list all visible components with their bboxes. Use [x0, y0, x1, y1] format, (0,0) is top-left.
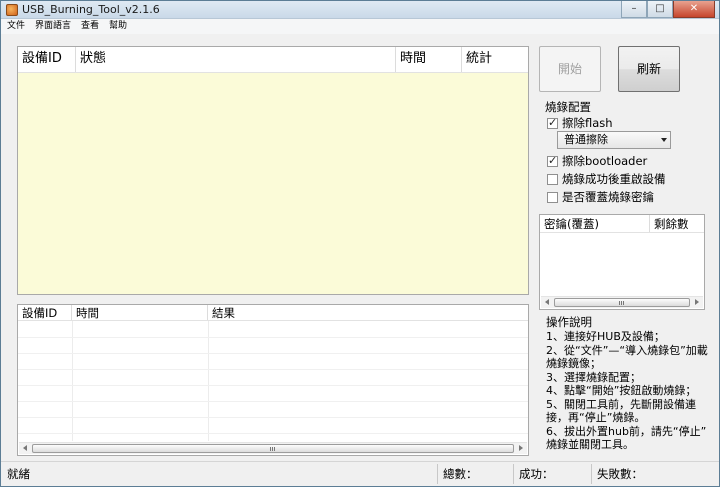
- device-table[interactable]: 設備ID 狀態 時間 統計: [17, 46, 529, 295]
- grid-line: [18, 401, 528, 402]
- log-table-header: 設備ID 時間 結果: [18, 305, 528, 321]
- reboot-after-checkbox[interactable]: [547, 173, 558, 185]
- grid-line: [208, 321, 209, 441]
- app-icon: [6, 4, 18, 16]
- instruction-line: 1、連接好HUB及設備；: [546, 330, 665, 343]
- log-col-time[interactable]: 時間: [72, 305, 208, 320]
- key-table-scrollbar[interactable]: [541, 296, 703, 308]
- key-table-header: 密鑰(覆蓋) 剩餘數: [540, 215, 704, 233]
- status-success: 成功：: [519, 467, 554, 481]
- scroll-right-icon[interactable]: [519, 445, 523, 451]
- title-bar[interactable]: USB_Burning_Tool_v2.1.6 – □ ✕: [1, 1, 719, 19]
- instruction-line: 5、關閉工具前，先斷開設備連: [546, 397, 696, 411]
- status-total: 總數：: [443, 467, 478, 481]
- erase-bootloader-checkbox[interactable]: [547, 154, 558, 167]
- erase-flash-option[interactable]: 擦除flash: [547, 115, 613, 131]
- reboot-after-option[interactable]: 燒錄成功後重啟設備: [547, 171, 666, 187]
- reboot-after-label: 燒錄成功後重啟設備: [562, 172, 666, 186]
- grid-line: [18, 353, 528, 354]
- menu-help[interactable]: 幫助: [109, 19, 127, 34]
- log-col-device-id[interactable]: 設備ID: [18, 305, 72, 320]
- status-fail: 失敗數：: [597, 467, 643, 481]
- client-area: 設備ID 狀態 時間 統計 開始 刷新 燒錄配置 擦除flash 普通擦除 擦除…: [1, 34, 719, 461]
- col-device-id[interactable]: 設備ID: [18, 47, 76, 72]
- refresh-button[interactable]: 刷新: [618, 46, 680, 92]
- col-time[interactable]: 時間: [396, 47, 462, 72]
- erase-bootloader-option[interactable]: 擦除bootloader: [547, 153, 647, 169]
- scroll-thumb[interactable]: [554, 298, 690, 307]
- key-table[interactable]: 密鑰(覆蓋) 剩餘數: [539, 214, 705, 310]
- erase-mode-value: 普通擦除: [564, 133, 608, 146]
- grid-line: [18, 385, 528, 386]
- col-stats[interactable]: 統計: [462, 47, 528, 72]
- scroll-thumb[interactable]: [32, 444, 514, 453]
- burn-config-title: 燒錄配置: [545, 100, 591, 114]
- grid-line: [18, 417, 528, 418]
- menu-bar: 文件 界面語言 查看 幫助: [1, 19, 719, 34]
- col-key[interactable]: 密鑰(覆蓋): [540, 215, 650, 232]
- log-table-scrollbar[interactable]: [19, 442, 527, 454]
- menu-view[interactable]: 查看: [81, 19, 99, 34]
- scroll-left-icon[interactable]: [545, 299, 549, 305]
- status-separator: [513, 464, 514, 484]
- erase-bootloader-label: 擦除bootloader: [562, 154, 648, 168]
- overwrite-key-option[interactable]: 是否覆蓋燒錄密鑰: [547, 189, 654, 205]
- erase-flash-checkbox[interactable]: [547, 116, 558, 129]
- instruction-line: 6、拔出外置hub前，請先“停止”: [546, 424, 707, 438]
- instruction-line: 2、從“文件”—“導入燒錄包”加載: [546, 343, 708, 357]
- chevron-down-icon: [661, 138, 667, 142]
- grip-icon: [619, 301, 625, 305]
- log-table[interactable]: 設備ID 時間 結果: [17, 304, 529, 456]
- grid-line: [18, 433, 528, 434]
- instruction-line: 4、點擊“開始”按鈕啟動燒錄；: [546, 384, 697, 397]
- instruction-line: 接，再“停止”燒錄。: [546, 411, 646, 424]
- window-title: USB_Burning_Tool_v2.1.6: [22, 3, 160, 16]
- device-table-header: 設備ID 狀態 時間 統計: [18, 47, 528, 73]
- status-separator: [437, 464, 438, 484]
- status-separator: [591, 464, 592, 484]
- menu-language[interactable]: 界面語言: [35, 19, 71, 34]
- grid-line: [18, 337, 528, 338]
- instructions-text: 1、連接好HUB及設備； 2、從“文件”—“導入燒錄包”加載 燒錄鏡像； 3、選…: [546, 330, 716, 452]
- burn-config-group: 燒錄配置 擦除flash 普通擦除 擦除bootloader 燒錄成功後重啟設備…: [539, 98, 705, 210]
- overwrite-key-checkbox[interactable]: [547, 191, 558, 203]
- instructions-title: 操作說明: [546, 315, 592, 329]
- minimize-button[interactable]: –: [621, 1, 647, 18]
- app-window: USB_Burning_Tool_v2.1.6 – □ ✕ 文件 界面語言 查看…: [0, 0, 720, 487]
- grid-line: [72, 321, 73, 441]
- status-bar: 就緒 總數： 成功： 失敗數：: [1, 461, 719, 486]
- grid-line: [18, 369, 528, 370]
- status-ready: 就緒: [7, 467, 30, 481]
- col-remaining[interactable]: 剩餘數: [650, 215, 704, 232]
- close-button[interactable]: ✕: [673, 1, 715, 18]
- log-col-result[interactable]: 結果: [208, 305, 528, 320]
- scroll-right-icon[interactable]: [695, 299, 699, 305]
- erase-mode-select[interactable]: 普通擦除: [557, 131, 671, 149]
- instruction-line: 燒錄鏡像；: [546, 357, 601, 370]
- instruction-line: 3、選擇燒錄配置；: [546, 370, 641, 384]
- menu-file[interactable]: 文件: [7, 19, 25, 34]
- start-button[interactable]: 開始: [539, 46, 601, 92]
- overwrite-key-label: 是否覆蓋燒錄密鑰: [562, 190, 654, 204]
- scroll-left-icon[interactable]: [23, 445, 27, 451]
- maximize-button[interactable]: □: [647, 1, 673, 18]
- grip-icon: [270, 447, 276, 451]
- instruction-line: 燒錄並關閉工具。: [546, 438, 634, 451]
- window-controls: – □ ✕: [621, 1, 715, 19]
- col-status[interactable]: 狀態: [76, 47, 396, 72]
- erase-flash-label: 擦除flash: [562, 116, 613, 130]
